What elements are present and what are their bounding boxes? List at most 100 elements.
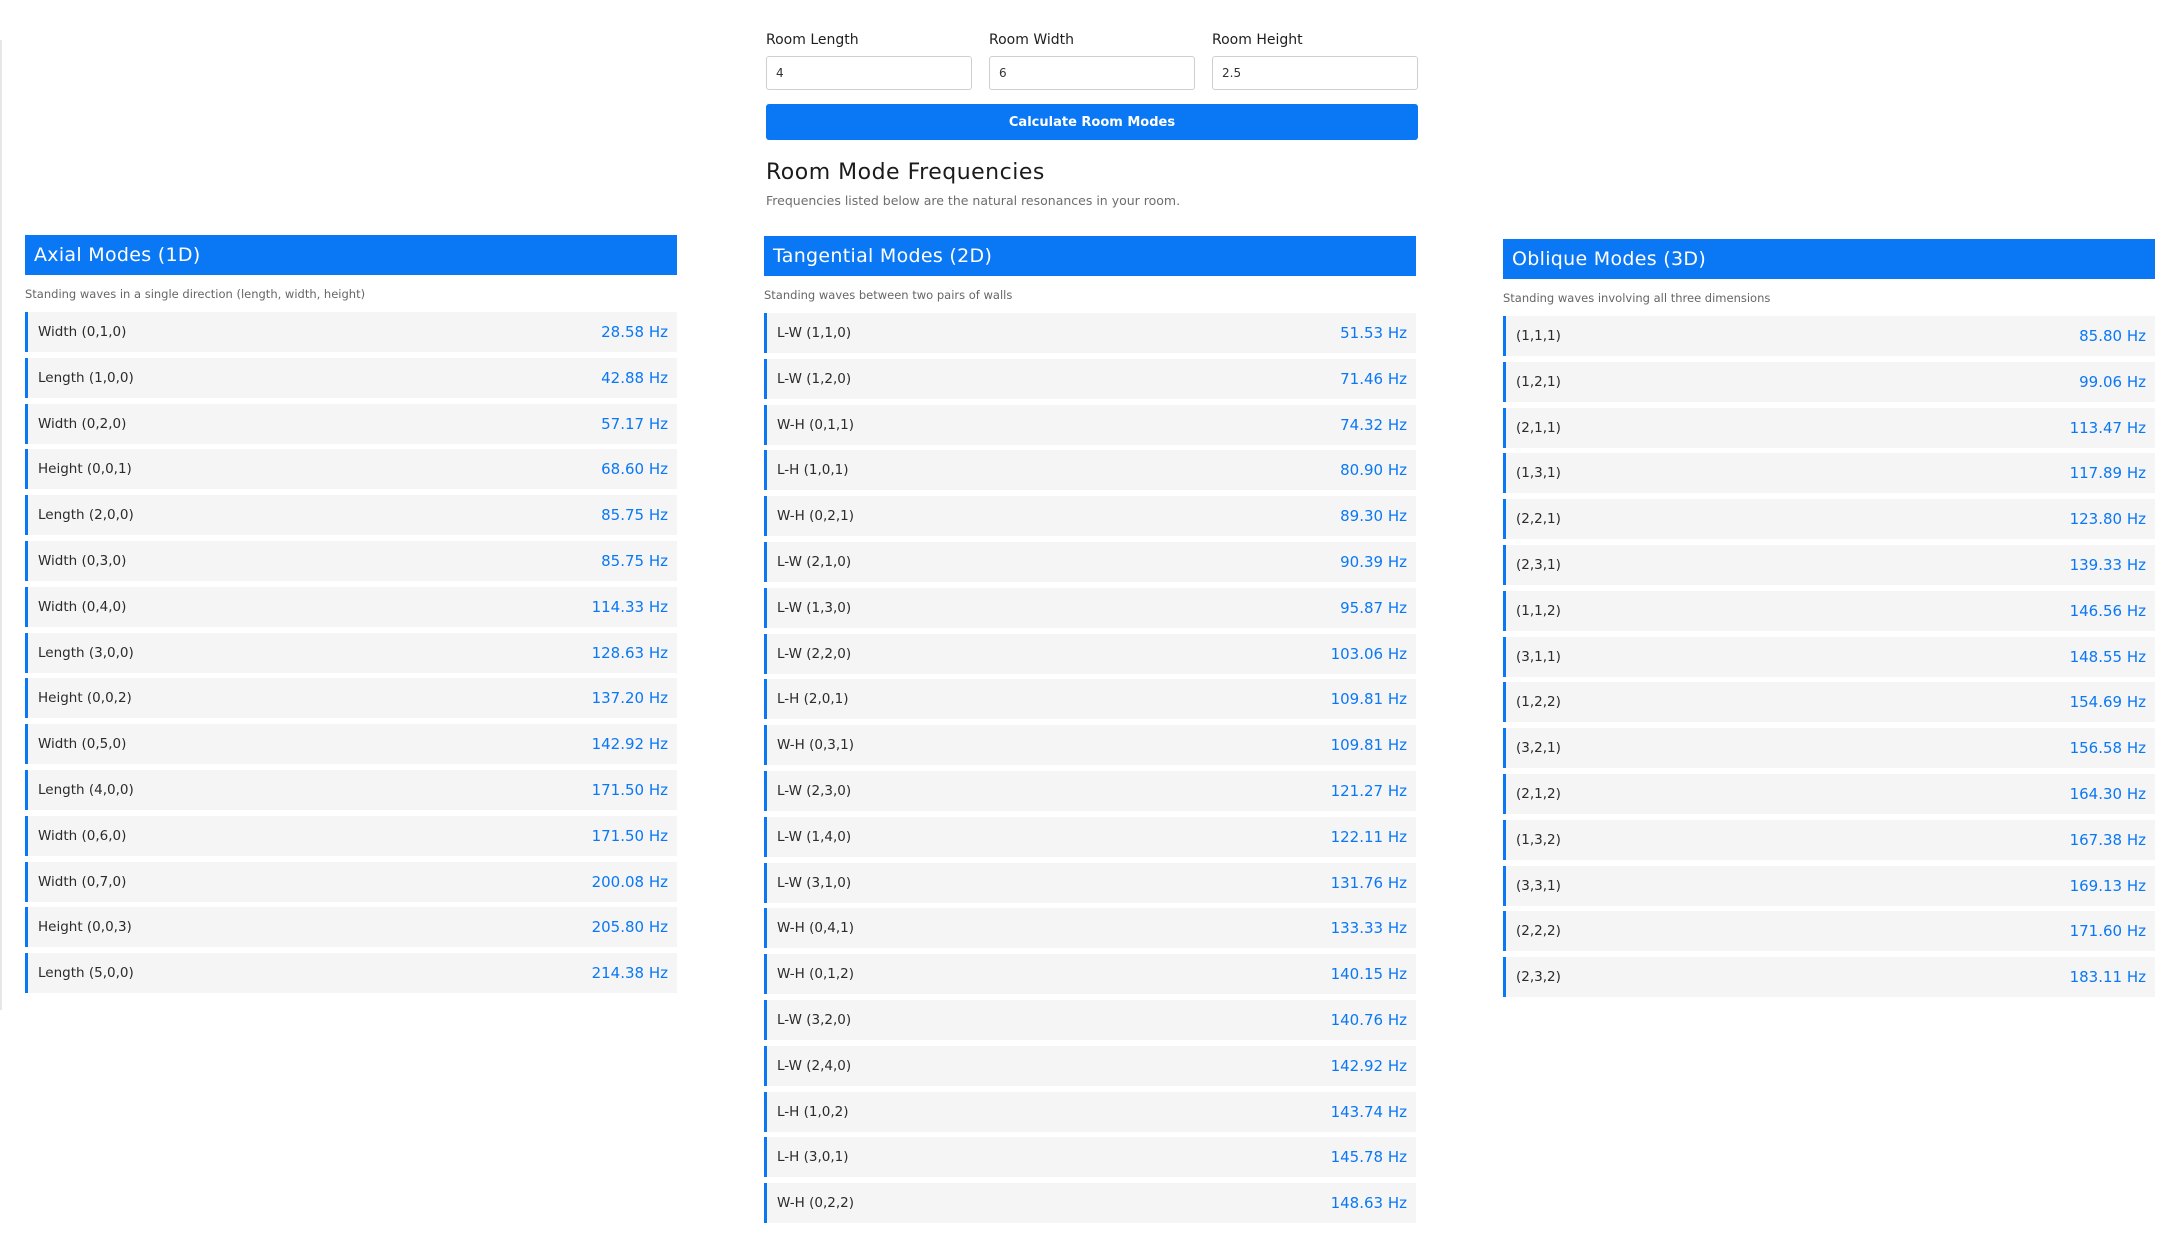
mode-frequency: 113.47 Hz [2069, 418, 2146, 437]
mode-frequency: 169.13 Hz [2069, 876, 2146, 895]
room-height-input[interactable] [1212, 56, 1418, 90]
mode-row: Height (0,0,3) 205.80 Hz [25, 907, 677, 948]
mode-name: L-W (3,1,0) [777, 874, 852, 891]
mode-frequency: 143.74 Hz [1330, 1102, 1407, 1121]
mode-frequency: 164.30 Hz [2069, 784, 2146, 803]
mode-frequency: 95.87 Hz [1340, 598, 1407, 617]
mode-name: L-W (1,3,0) [777, 599, 852, 616]
mode-name: L-H (2,0,1) [777, 691, 849, 708]
mode-name: (2,2,2) [1516, 923, 1561, 940]
mode-row: L-H (3,0,1) 145.78 Hz [764, 1137, 1416, 1178]
mode-frequency: 142.92 Hz [591, 735, 668, 754]
mode-frequency: 71.46 Hz [1340, 369, 1407, 388]
mode-name: L-W (2,3,0) [777, 782, 852, 799]
mode-name: W-H (0,2,2) [777, 1195, 854, 1212]
mode-row: (2,3,1) 139.33 Hz [1503, 544, 2155, 585]
mode-frequency: 128.63 Hz [591, 643, 668, 662]
mode-name: L-W (1,4,0) [777, 828, 852, 845]
mode-name: L-W (3,2,0) [777, 1011, 852, 1028]
mode-row: Width (0,5,0) 142.92 Hz [25, 724, 677, 765]
mode-frequency: 142.92 Hz [1330, 1056, 1407, 1075]
mode-frequency: 167.38 Hz [2069, 830, 2146, 849]
mode-frequency: 74.32 Hz [1340, 415, 1407, 434]
mode-frequency: 148.63 Hz [1330, 1194, 1407, 1213]
mode-name: (1,1,2) [1516, 602, 1561, 619]
mode-frequency: 85.80 Hz [2079, 327, 2146, 345]
mode-name: Length (4,0,0) [38, 781, 134, 798]
tangential-mode-list: L-W (1,1,0) 51.53 Hz L-W (1,2,0) 71.46 Hz W-… [764, 313, 1416, 1224]
mode-row: (3,1,1) 148.55 Hz [1503, 636, 2155, 677]
mode-frequency: 42.88 Hz [601, 368, 668, 387]
room-width-input[interactable] [989, 56, 1195, 90]
mode-name: L-W (1,2,0) [777, 370, 852, 387]
mode-frequency: 200.08 Hz [591, 872, 668, 891]
room-dimensions-form: Room Length Room Width Room Height Calcu… [766, 30, 1418, 140]
mode-frequency: 117.89 Hz [2069, 464, 2146, 483]
mode-row: Length (1,0,0) 42.88 Hz [25, 357, 677, 398]
mode-row: (2,1,2) 164.30 Hz [1503, 773, 2155, 814]
axial-mode-list: Width (0,1,0) 28.58 Hz Length (1,0,0) 42.88… [25, 312, 677, 994]
mode-name: Width (0,6,0) [38, 827, 127, 844]
mode-row: (1,3,1) 117.89 Hz [1503, 453, 2155, 494]
mode-name: (2,1,2) [1516, 785, 1561, 802]
mode-name: L-W (2,2,0) [777, 645, 852, 662]
mode-row: L-W (1,2,0) 71.46 Hz [764, 358, 1416, 399]
mode-frequency: 183.11 Hz [2069, 968, 2146, 987]
mode-name: Height (0,0,2) [38, 690, 132, 707]
mode-name: Length (5,0,0) [38, 965, 134, 982]
mode-frequency: 85.75 Hz [601, 551, 668, 570]
mode-frequency: 205.80 Hz [591, 918, 668, 937]
mode-row: L-W (1,4,0) 122.11 Hz [764, 816, 1416, 857]
mode-row: (1,3,2) 167.38 Hz [1503, 819, 2155, 860]
mode-frequency: 140.15 Hz [1330, 965, 1407, 984]
mode-name: L-H (1,0,2) [777, 1103, 849, 1120]
room-height-label: Room Height [1212, 32, 1303, 48]
mode-frequency: 146.56 Hz [2069, 601, 2146, 620]
axial-modes-header: Axial Modes (1D) [25, 235, 677, 275]
mode-name: (1,3,1) [1516, 465, 1561, 482]
mode-row: Width (0,4,0) 114.33 Hz [25, 586, 677, 627]
tangential-modes-panel: Tangential Modes (2D) Standing waves bet… [764, 236, 1416, 1229]
mode-frequency: 131.76 Hz [1330, 873, 1407, 892]
mode-name: Height (0,0,3) [38, 919, 132, 936]
mode-frequency: 109.81 Hz [1330, 736, 1407, 755]
dimension-fields: Room Length Room Width Room Height [766, 30, 1418, 90]
mode-name: (1,2,1) [1516, 373, 1561, 390]
mode-row: L-W (3,2,0) 140.76 Hz [764, 999, 1416, 1040]
mode-name: (2,3,2) [1516, 969, 1561, 986]
mode-frequency: 89.30 Hz [1340, 507, 1407, 526]
oblique-mode-list: (1,1,1) 85.80 Hz (1,2,1) 99.06 Hz (2,1,1) 113… [1503, 316, 2155, 998]
room-length-group: Room Length [766, 30, 972, 90]
mode-frequency: 171.50 Hz [591, 780, 668, 799]
mode-row: (3,3,1) 169.13 Hz [1503, 865, 2155, 906]
room-width-label: Room Width [989, 32, 1074, 48]
mode-name: W-H (0,1,2) [777, 966, 854, 983]
mode-row: Width (0,6,0) 171.50 Hz [25, 815, 677, 856]
calculate-room-modes-button[interactable]: Calculate Room Modes [766, 104, 1418, 140]
mode-frequency: 145.78 Hz [1330, 1148, 1407, 1167]
mode-row: (2,3,2) 183.11 Hz [1503, 957, 2155, 998]
room-length-input[interactable] [766, 56, 972, 90]
mode-name: Width (0,7,0) [38, 873, 127, 890]
mode-frequency: 156.58 Hz [2069, 739, 2146, 758]
mode-row: L-H (2,0,1) 109.81 Hz [764, 679, 1416, 720]
mode-name: Width (0,2,0) [38, 415, 127, 432]
mode-frequency: 90.39 Hz [1340, 552, 1407, 571]
mode-name: Width (0,1,0) [38, 324, 127, 340]
mode-frequency: 122.11 Hz [1330, 827, 1407, 846]
mode-frequency: 140.76 Hz [1330, 1010, 1407, 1029]
mode-frequency: 109.81 Hz [1330, 690, 1407, 709]
mode-frequency: 148.55 Hz [2069, 647, 2146, 666]
mode-name: (2,3,1) [1516, 556, 1561, 573]
mode-row: L-H (1,0,2) 143.74 Hz [764, 1091, 1416, 1132]
mode-name: W-H (0,4,1) [777, 920, 854, 937]
mode-row: (2,2,2) 171.60 Hz [1503, 911, 2155, 952]
mode-row: Width (0,3,0) 85.75 Hz [25, 540, 677, 581]
room-height-group: Room Height [1212, 30, 1418, 90]
mode-row: W-H (0,3,1) 109.81 Hz [764, 725, 1416, 766]
mode-frequency: 114.33 Hz [591, 597, 668, 616]
tangential-modes-header: Tangential Modes (2D) [764, 236, 1416, 276]
mode-frequency: 99.06 Hz [2079, 372, 2146, 391]
mode-row: W-H (0,1,2) 140.15 Hz [764, 954, 1416, 995]
oblique-modes-header: Oblique Modes (3D) [1503, 239, 2155, 279]
